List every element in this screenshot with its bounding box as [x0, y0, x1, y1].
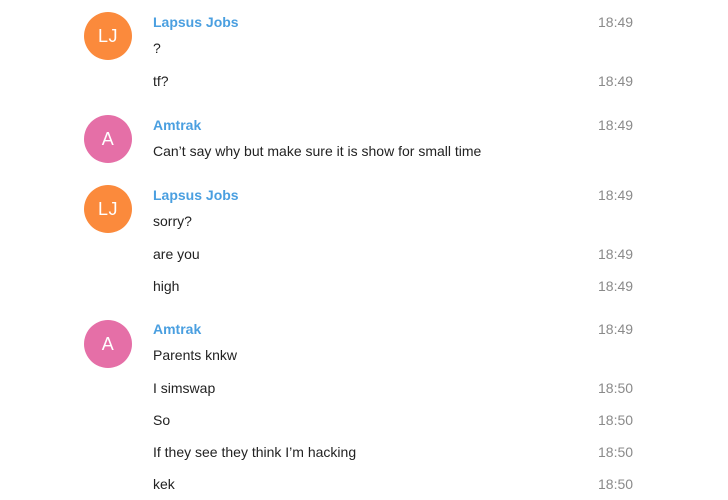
message-time: 18:50: [598, 412, 634, 428]
message-text: So: [153, 412, 171, 428]
message-text: high: [153, 278, 180, 294]
avatar[interactable]: LJ: [84, 185, 132, 233]
message-text: I simswap: [153, 380, 216, 396]
message-time: 18:49: [598, 117, 634, 133]
message-text: If they see they think I’m hacking: [153, 444, 357, 460]
chat-history: LJ Lapsus Jobs 18:49 ? tf? 18:49 A Amtra…: [0, 0, 728, 500]
message-time: 18:49: [598, 321, 634, 337]
sender-name[interactable]: Amtrak: [153, 116, 201, 134]
message-text: Can’t say why but make sure it is show f…: [153, 143, 482, 159]
message-time: 18:50: [598, 476, 634, 492]
message-time: 18:49: [598, 14, 634, 30]
message-time: 18:50: [598, 444, 634, 460]
message-text: ?: [153, 40, 161, 56]
message-time: 18:49: [598, 246, 634, 262]
message-time: 18:49: [598, 278, 634, 294]
message-text: are you: [153, 246, 200, 262]
message-time: 18:49: [598, 73, 634, 89]
avatar[interactable]: A: [84, 320, 132, 368]
sender-name[interactable]: Lapsus Jobs: [153, 13, 239, 31]
sender-name[interactable]: Lapsus Jobs: [153, 186, 239, 204]
sender-name[interactable]: Amtrak: [153, 320, 201, 338]
message-time: 18:50: [598, 380, 634, 396]
avatar[interactable]: A: [84, 115, 132, 163]
message-text: tf?: [153, 73, 169, 89]
message-text: kek: [153, 476, 175, 492]
message-time: 18:49: [598, 187, 634, 203]
message-text: Parents knkw: [153, 347, 238, 363]
avatar[interactable]: LJ: [84, 12, 132, 60]
message-text: sorry?: [153, 213, 192, 229]
